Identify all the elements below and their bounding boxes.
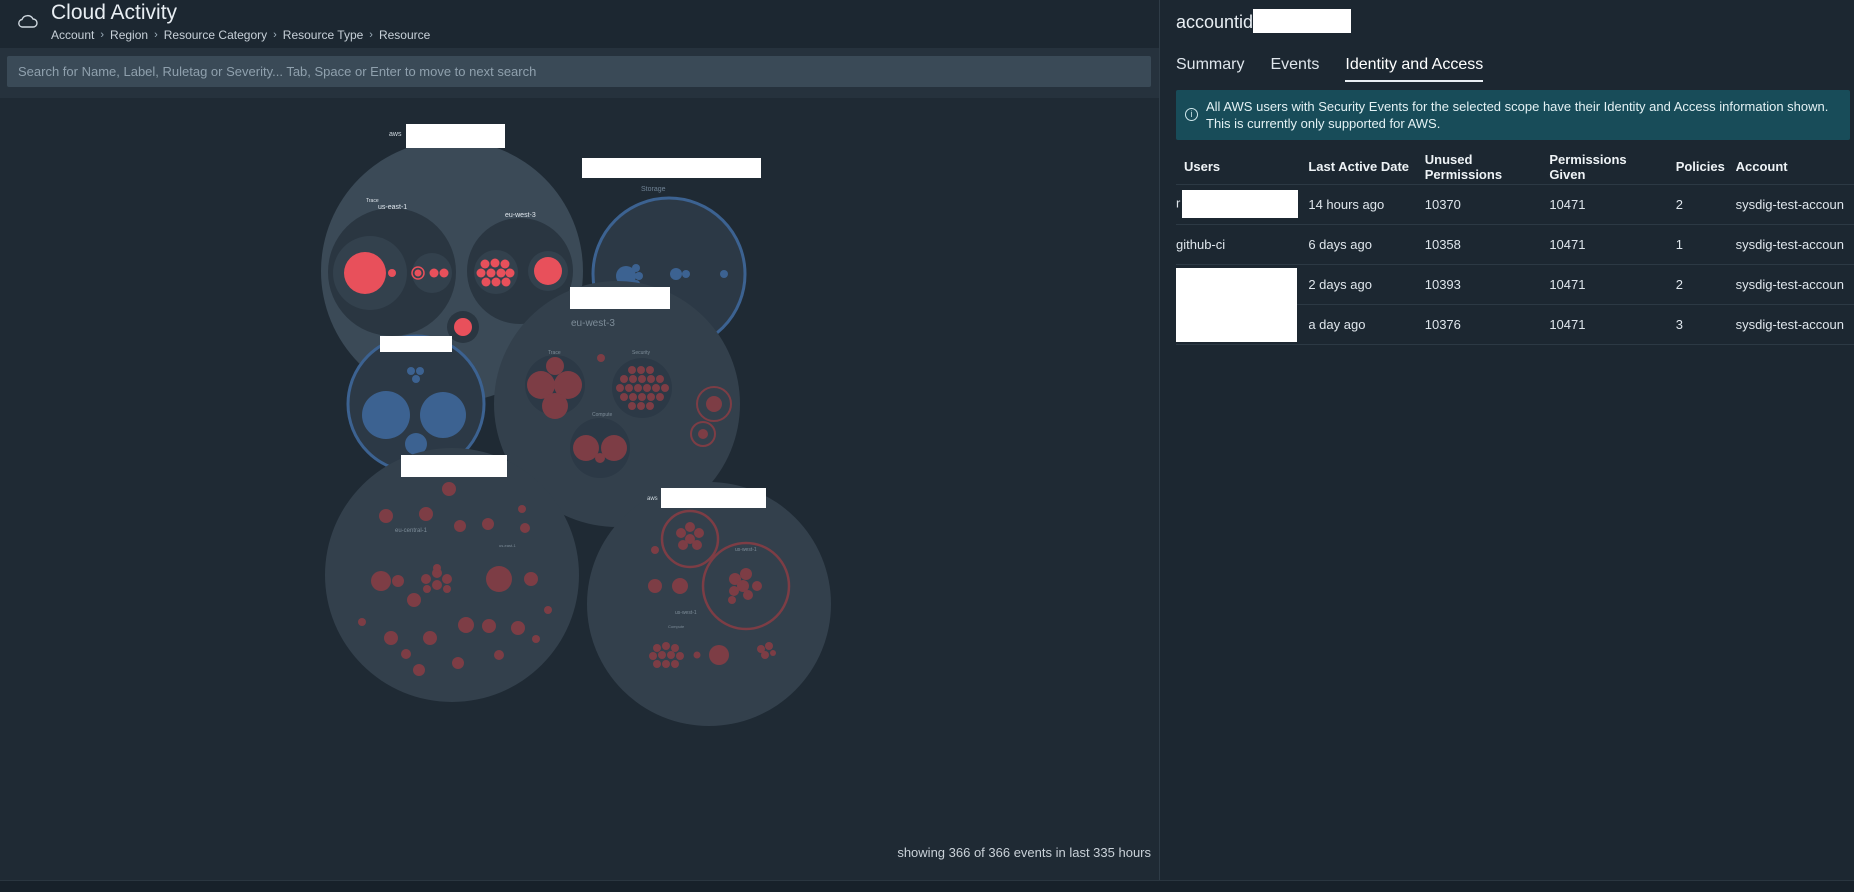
column-header-users[interactable]: Users bbox=[1176, 150, 1309, 185]
region-label: us-east-1 bbox=[378, 204, 407, 211]
category-label: Storage bbox=[641, 186, 666, 193]
aws-logo-icon: aws bbox=[389, 131, 402, 138]
events-status-text: showing 366 of 366 events in last 335 ho… bbox=[897, 845, 1151, 860]
tab-identity-and-access[interactable]: Identity and Access bbox=[1345, 56, 1484, 82]
account-cell: sysdig-test-accoun bbox=[1735, 224, 1854, 265]
breadcrumb-resource-category[interactable]: Resource Category bbox=[164, 28, 267, 42]
region-label: eu-west-3 bbox=[505, 212, 536, 219]
account-id-heading: accountid bbox=[1176, 9, 1352, 34]
panel-tabs: Summary Events Identity and Access bbox=[1176, 56, 1509, 82]
permissions-given-cell: 10471 bbox=[1549, 304, 1676, 345]
category-label: Compute bbox=[668, 624, 685, 629]
search-input[interactable] bbox=[7, 56, 1151, 87]
column-header-account[interactable]: Account bbox=[1735, 150, 1854, 185]
cloud-activity-app: Cloud Activity Account › Region › Resour… bbox=[0, 0, 1854, 892]
unused-permissions-cell: 10393 bbox=[1424, 264, 1550, 305]
aws-logo-icon: aws bbox=[647, 496, 658, 502]
chevron-right-icon: › bbox=[100, 29, 105, 41]
breadcrumb: Account › Region › Resource Category › R… bbox=[51, 28, 430, 42]
last-active-cell: a day ago bbox=[1308, 304, 1425, 345]
table-row[interactable]: r 14 hours ago 10370 10471 2 sysdig-test… bbox=[1176, 184, 1854, 225]
page-title: Cloud Activity bbox=[51, 1, 178, 24]
region-label: us-west-1 bbox=[735, 547, 757, 553]
account-id-label: accountid bbox=[1176, 12, 1254, 32]
permissions-given-cell: 10471 bbox=[1549, 224, 1676, 265]
redacted-account-id bbox=[1253, 9, 1352, 34]
cloud-icon bbox=[18, 14, 38, 28]
breadcrumb-region[interactable]: Region bbox=[110, 28, 148, 42]
region-label: us-west-1 bbox=[675, 610, 697, 616]
unused-permissions-cell: 10376 bbox=[1424, 304, 1550, 345]
table-header-row: Users Last Active Date Unused Permission… bbox=[1176, 150, 1854, 185]
redacted-account-name bbox=[406, 124, 505, 148]
category-label: Security bbox=[632, 350, 651, 356]
breadcrumb-resource[interactable]: Resource bbox=[379, 28, 430, 42]
column-header-unused-permissions[interactable]: Unused Permissions bbox=[1424, 150, 1550, 185]
permissions-given-cell: 10471 bbox=[1549, 184, 1676, 225]
details-panel: accountid Summary Events Identity and Ac… bbox=[1160, 0, 1854, 880]
left-pane: Cloud Activity Account › Region › Resour… bbox=[0, 0, 1159, 880]
unused-permissions-cell: 10358 bbox=[1424, 224, 1550, 265]
user-name: r bbox=[1176, 195, 1181, 211]
unused-permissions-cell: 10370 bbox=[1424, 184, 1550, 225]
event-bubble[interactable] bbox=[388, 269, 396, 277]
account-bubble-5[interactable]: eu-central-1 us-east-1 bbox=[325, 448, 579, 702]
column-header-permissions-given[interactable]: Permissions Given bbox=[1549, 150, 1676, 185]
column-header-policies[interactable]: Policies bbox=[1675, 150, 1736, 185]
region-label: eu-central-1 bbox=[395, 528, 428, 534]
table-row[interactable]: github-ci 6 days ago 10358 10471 1 sysdi… bbox=[1176, 224, 1854, 265]
table-row[interactable]: 2 days ago 10393 10471 2 sysdig-test-acc… bbox=[1176, 264, 1854, 342]
account-bubble-6[interactable]: aws us-west-1 us-west-1 Compute bbox=[587, 482, 831, 726]
tab-summary[interactable]: Summary bbox=[1176, 56, 1244, 82]
breadcrumb-resource-type[interactable]: Resource Type bbox=[283, 28, 364, 42]
account-cell: sysdig-test-accoun bbox=[1735, 264, 1854, 305]
breadcrumb-account[interactable]: Account bbox=[51, 28, 94, 42]
redacted-user bbox=[1176, 267, 1297, 342]
policies-cell: 3 bbox=[1675, 304, 1736, 345]
last-active-cell: 14 hours ago bbox=[1308, 184, 1425, 225]
info-banner-line-2: This is currently only supported for AWS… bbox=[1206, 116, 1441, 131]
bottom-strip bbox=[0, 880, 1854, 892]
event-bubble[interactable] bbox=[344, 252, 386, 294]
search-bar bbox=[0, 48, 1159, 98]
chevron-right-icon: › bbox=[273, 29, 277, 41]
policies-cell: 1 bbox=[1675, 224, 1736, 265]
user-cell: r bbox=[1176, 184, 1309, 225]
category-label: Compute bbox=[592, 412, 613, 418]
top-bar: Cloud Activity Account › Region › Resour… bbox=[0, 0, 1159, 48]
region-label: eu-west-3 bbox=[571, 318, 615, 329]
region-label: us-east-1 bbox=[499, 543, 516, 548]
last-active-cell: 6 days ago bbox=[1308, 224, 1425, 265]
user-cell: github-ci bbox=[1176, 224, 1309, 265]
permissions-given-cell: 10471 bbox=[1549, 264, 1676, 305]
info-banner: i All AWS users with Security Events for… bbox=[1176, 90, 1850, 140]
category-label: Trace bbox=[366, 198, 379, 204]
redacted-user bbox=[1182, 190, 1299, 218]
user-cell bbox=[1176, 264, 1309, 342]
policies-cell: 2 bbox=[1675, 264, 1736, 305]
info-icon: i bbox=[1185, 108, 1198, 121]
bubble-visualization[interactable]: aws us-east-1 Trace eu-west-3 Storage eu… bbox=[0, 98, 1159, 880]
account-cell: sysdig-test-accoun bbox=[1735, 184, 1854, 225]
info-banner-text: All AWS users with Security Events for t… bbox=[1206, 98, 1828, 132]
info-banner-line-1: All AWS users with Security Events for t… bbox=[1206, 99, 1829, 114]
chevron-right-icon: › bbox=[154, 29, 158, 41]
tab-events[interactable]: Events bbox=[1270, 56, 1319, 82]
identity-access-table: Users Last Active Date Unused Permission… bbox=[1176, 150, 1854, 345]
account-cell: sysdig-test-accoun bbox=[1735, 304, 1854, 345]
last-active-cell: 2 days ago bbox=[1308, 264, 1425, 305]
column-header-last-active-date[interactable]: Last Active Date bbox=[1308, 150, 1425, 185]
policies-cell: 2 bbox=[1675, 184, 1736, 225]
chevron-right-icon: › bbox=[369, 29, 373, 41]
